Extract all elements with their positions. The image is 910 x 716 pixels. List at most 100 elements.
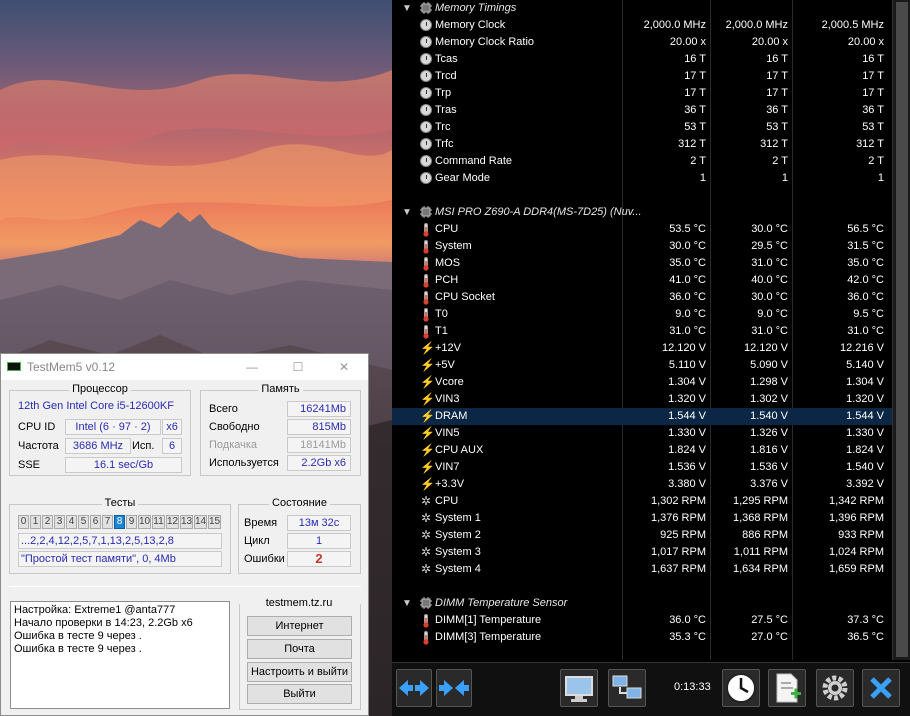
exit-button[interactable]: Выйти (247, 684, 352, 704)
sensor-row[interactable]: ✲ System 3 1,017 RPM 1,011 RPM 1,024 RPM (392, 544, 910, 561)
sensor-row[interactable]: ⚡ +5V 5.110 V 5.090 V 5.140 V (392, 357, 910, 374)
minimum-value: 1,295 RPM (732, 495, 788, 507)
maximum-value: 1.320 V (846, 393, 884, 405)
test-number-6[interactable]: 6 (90, 515, 101, 529)
sensor-name: DIMM[1] Temperature (435, 614, 542, 626)
fan-icon: ✲ (420, 528, 432, 542)
minimum-value: 30.0 °C (751, 223, 788, 235)
maximum-value: 56.5 °C (847, 223, 884, 235)
test-number-5[interactable]: 5 (78, 515, 89, 529)
collapse-chevron-icon[interactable]: ▼ (400, 595, 414, 612)
collapse-chevron-icon[interactable]: ▼ (400, 0, 414, 17)
clock-button[interactable] (722, 669, 760, 707)
sensor-name: Memory Clock (435, 19, 506, 31)
test-number-2[interactable]: 2 (42, 515, 53, 529)
sensor-row[interactable]: T0 9.0 °C 9.0 °C 9.5 °C (392, 306, 910, 323)
sensor-row[interactable]: ⚡ VIN5 1.330 V 1.326 V 1.330 V (392, 425, 910, 442)
maximize-button[interactable]: ☐ (275, 356, 321, 378)
sensor-row[interactable]: ⚡ +3.3V 3.380 V 3.376 V 3.392 V (392, 476, 910, 493)
sensor-group-title: Memory Timings (435, 2, 517, 14)
processor-group: Процессор 12th Gen Intel Core i5-12600KF… (9, 383, 191, 476)
elapsed-timer: 0:13:33 (674, 681, 711, 693)
clock-sensor-icon (420, 172, 432, 184)
configure-exit-button[interactable]: Настроить и выйти (247, 662, 352, 682)
sensor-row[interactable]: Gear Mode 1 1 1 (392, 170, 910, 187)
sensor-row[interactable]: Tcas 16 T 16 T 16 T (392, 51, 910, 68)
test-number-7[interactable]: 7 (102, 515, 113, 529)
free-label: Свободно (209, 421, 260, 433)
test-number-13[interactable]: 13 (180, 515, 193, 529)
sensor-row[interactable]: Command Rate 2 T 2 T 2 T (392, 153, 910, 170)
minimum-value: 31.0 °C (751, 325, 788, 337)
sensor-row[interactable]: ✲ System 1 1,376 RPM 1,368 RPM 1,396 RPM (392, 510, 910, 527)
current-value: 31.0 °C (669, 325, 706, 337)
thermometer-icon (420, 240, 432, 254)
log-box[interactable]: Настройка: Extreme1 @anta777 Начало прове… (10, 601, 230, 709)
scrollbar-thumb[interactable] (896, 2, 908, 657)
minimize-button[interactable]: — (229, 356, 275, 378)
sensor-row[interactable]: Trc 53 T 53 T 53 T (392, 119, 910, 136)
sensor-group-header[interactable]: ▼ DIMM Temperature Sensor (392, 595, 910, 612)
sensor-row[interactable]: System 30.0 °C 29.5 °C 31.5 °C (392, 238, 910, 255)
sensor-row[interactable]: Tras 36 T 36 T 36 T (392, 102, 910, 119)
chip-icon (420, 597, 432, 609)
sensor-row[interactable]: ⚡ CPU AUX 1.824 V 1.816 V 1.824 V (392, 442, 910, 459)
maximum-value: 1,342 RPM (828, 495, 884, 507)
sensor-row[interactable]: ⚡ DRAM 1.544 V 1.540 V 1.544 V (392, 408, 910, 425)
monitor-button[interactable] (560, 669, 598, 707)
sensor-row[interactable]: ⚡ Vcore 1.304 V 1.298 V 1.304 V (392, 374, 910, 391)
network-button[interactable] (608, 669, 646, 707)
test-number-0[interactable]: 0 (18, 515, 29, 529)
sensor-row[interactable]: CPU 53.5 °C 30.0 °C 56.5 °C (392, 221, 910, 238)
test-number-14[interactable]: 14 (194, 515, 207, 529)
sensor-row[interactable]: Trp 17 T 17 T 17 T (392, 85, 910, 102)
sensor-row[interactable]: ⚡ VIN7 1.536 V 1.536 V 1.540 V (392, 459, 910, 476)
sensor-row[interactable]: Memory Clock 2,000.0 MHz 2,000.0 MHz 2,000.… (392, 17, 910, 34)
add-report-button[interactable] (768, 669, 806, 707)
current-value: 41.0 °C (669, 274, 706, 286)
sensor-row[interactable]: DIMM[3] Temperature 35.3 °C 27.0 °C 36.5 °C (392, 629, 910, 646)
sensor-group-header[interactable]: ▼ MSI PRO Z690-A DDR4(MS-7D25) (Nuv... (392, 204, 910, 221)
sensor-row[interactable]: Trfc 312 T 312 T 312 T (392, 136, 910, 153)
sensor-row[interactable]: PCH 41.0 °C 40.0 °C 42.0 °C (392, 272, 910, 289)
mail-button[interactable]: Почта (247, 639, 352, 659)
test-number-10[interactable]: 10 (138, 515, 151, 529)
sensor-row[interactable]: MOS 35.0 °C 31.0 °C 35.0 °C (392, 255, 910, 272)
errors-label: Ошибки (244, 553, 285, 565)
collapse-chevron-icon[interactable]: ▼ (400, 204, 414, 221)
sensor-scrollbar[interactable] (892, 0, 910, 660)
close-window-button[interactable]: ✕ (321, 356, 367, 378)
settings-button[interactable] (816, 669, 854, 707)
sse-speed: 16.1 sec/Gb (65, 457, 182, 473)
thermometer-icon (420, 614, 432, 628)
close-button[interactable] (862, 669, 900, 707)
test-number-12[interactable]: 12 (166, 515, 179, 529)
test-number-15[interactable]: 15 (208, 515, 221, 529)
test-number-1[interactable]: 1 (30, 515, 41, 529)
cpu-frequency: 3686 MHz (65, 438, 131, 454)
maximum-value: 312 T (856, 138, 884, 150)
fan-icon: ✲ (420, 511, 432, 525)
sensor-row[interactable]: CPU Socket 36.0 °C 30.0 °C 36.0 °C (392, 289, 910, 306)
sensor-row[interactable]: ✲ System 4 1,637 RPM 1,634 RPM 1,659 RPM (392, 561, 910, 578)
test-number-4[interactable]: 4 (66, 515, 77, 529)
sensor-row[interactable]: Memory Clock Ratio 20.00 x 20.00 x 20.00 x (392, 34, 910, 51)
total-label: Всего (209, 403, 238, 415)
test-number-9[interactable]: 9 (126, 515, 137, 529)
sensor-row[interactable]: Trcd 17 T 17 T 17 T (392, 68, 910, 85)
test-number-11[interactable]: 11 (152, 515, 165, 529)
sensor-row[interactable]: T1 31.0 °C 31.0 °C 31.0 °C (392, 323, 910, 340)
test-number-3[interactable]: 3 (54, 515, 65, 529)
sensor-row[interactable]: ✲ CPU 1,302 RPM 1,295 RPM 1,342 RPM (392, 493, 910, 510)
sensor-row[interactable]: ⚡ +12V 12.120 V 12.120 V 12.216 V (392, 340, 910, 357)
sensor-row[interactable]: ⚡ VIN3 1.320 V 1.302 V 1.320 V (392, 391, 910, 408)
expand-arrows-button[interactable] (396, 669, 432, 707)
sensor-name: +5V (435, 359, 455, 371)
thermometer-icon (420, 325, 432, 339)
test-number-8[interactable]: 8 (114, 515, 125, 529)
collapse-arrows-button[interactable] (436, 669, 472, 707)
sensor-row[interactable]: DIMM[1] Temperature 36.0 °C 27.5 °C 37.3 °C (392, 612, 910, 629)
internet-button[interactable]: Интернет (247, 616, 352, 636)
sensor-row[interactable]: ✲ System 2 925 RPM 886 RPM 933 RPM (392, 527, 910, 544)
sensor-group-header[interactable]: ▼ Memory Timings (392, 0, 910, 17)
